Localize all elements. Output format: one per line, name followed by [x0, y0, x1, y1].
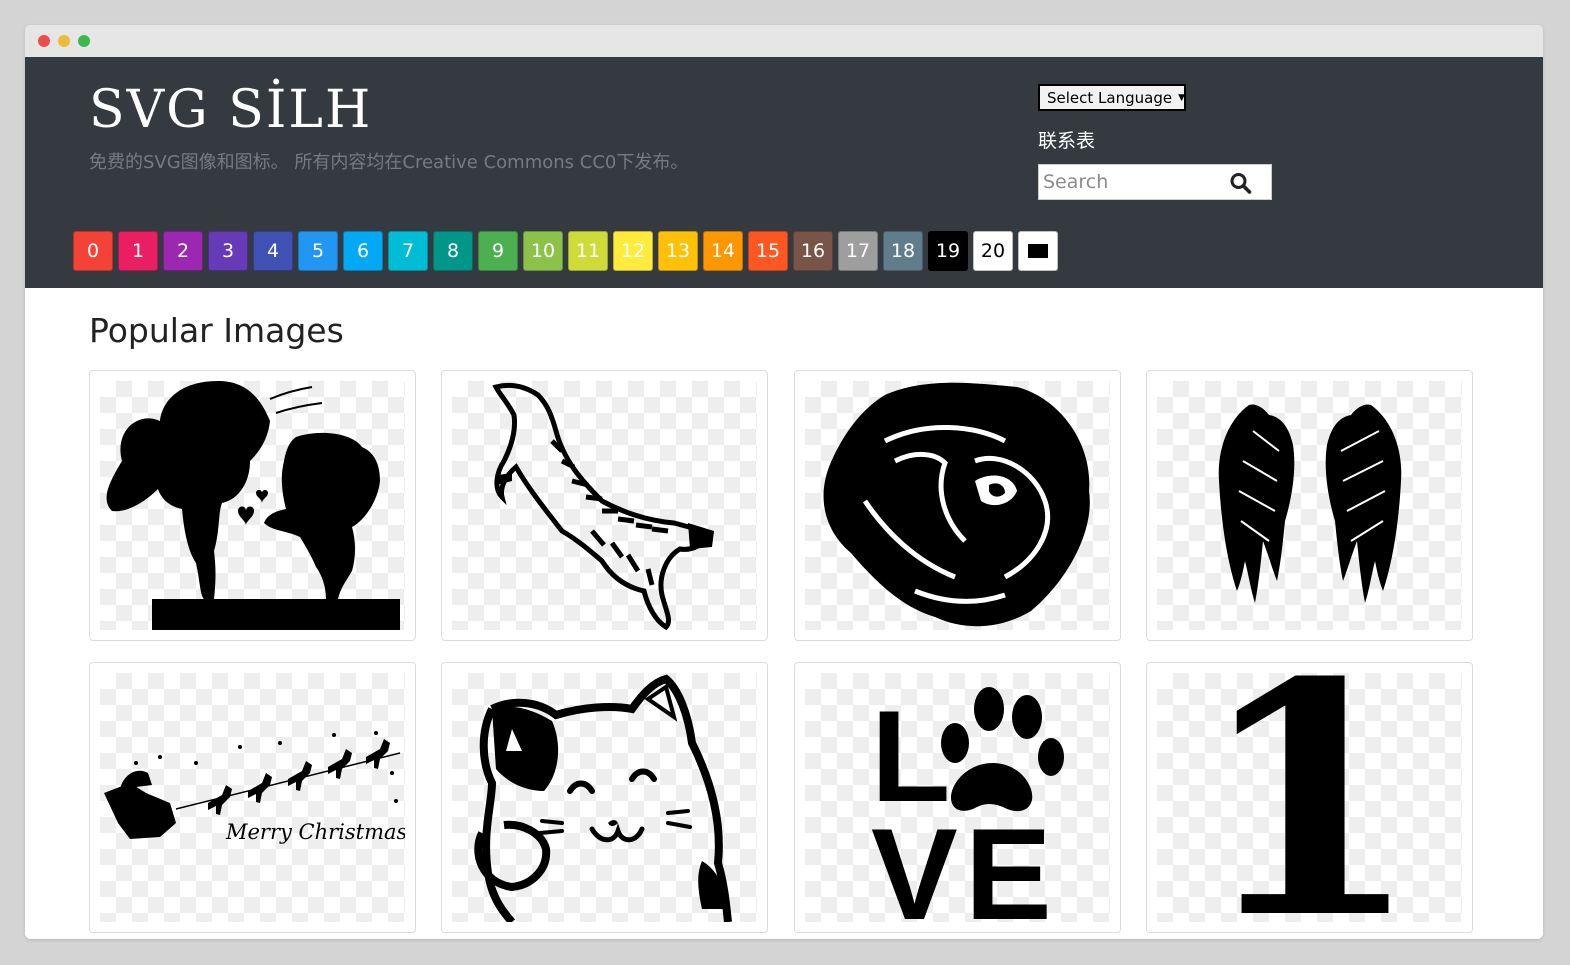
color-swatch-label: 16 [800, 240, 826, 262]
window-titlebar [25, 25, 1543, 57]
color-swatch-0[interactable]: 0 [73, 231, 113, 271]
maximize-window-dot[interactable] [78, 35, 90, 47]
color-swatch-18[interactable]: 18 [883, 231, 923, 271]
lucky-cat-image [474, 674, 732, 922]
chevron-down-icon: ▼ [1178, 92, 1185, 103]
search-input[interactable] [1039, 165, 1223, 199]
couple-silhouette-image [106, 381, 400, 630]
color-swatch-label: 9 [491, 240, 505, 262]
site-tagline: 免费的SVG图像和图标。 所有内容均在Creative Commons CC0下… [89, 152, 689, 173]
image-card[interactable] [89, 370, 416, 641]
site-header: SVG SİLH 免费的SVG图像和图标。 所有内容均在Creative Com… [25, 57, 1543, 288]
color-swatch-label: 7 [401, 240, 415, 262]
color-swatch-14[interactable]: 14 [703, 231, 743, 271]
color-swatch-3[interactable]: 3 [208, 231, 248, 271]
love-paw-image: L V E [871, 683, 1064, 922]
color-swatch-label: 15 [755, 240, 781, 262]
color-swatch-label: 8 [446, 240, 460, 262]
love-letter-e: E [965, 801, 1052, 922]
close-window-dot[interactable] [38, 35, 50, 47]
main-content: Popular Images Merry Christmas L V E 1 [25, 288, 1543, 939]
image-card[interactable] [1146, 370, 1473, 641]
search-box [1038, 164, 1272, 200]
contact-form-link[interactable]: 联系表 [1038, 126, 1095, 153]
color-swatch-7[interactable]: 7 [388, 231, 428, 271]
search-button[interactable] [1229, 172, 1253, 194]
color-swatch-label: 19 [935, 240, 961, 262]
search-icon [1230, 173, 1252, 194]
color-swatch-label: 3 [221, 240, 235, 262]
color-swatch-label: 1 [131, 240, 145, 262]
image-card[interactable] [794, 370, 1121, 641]
color-swatch-label: 5 [311, 240, 325, 262]
color-swatch-label: 2 [176, 240, 190, 262]
merry-christmas-caption: Merry Christmas [225, 820, 405, 844]
color-swatch-11[interactable]: 11 [568, 231, 608, 271]
color-swatch-17[interactable]: 17 [838, 231, 878, 271]
color-swatch-label: 18 [890, 240, 916, 262]
color-swatch-8[interactable]: 8 [433, 231, 473, 271]
color-swatch-label: 14 [710, 240, 736, 262]
color-swatch-12[interactable]: 12 [613, 231, 653, 271]
love-letter-v: V [871, 801, 958, 922]
site-logo[interactable]: SVG SİLH [89, 79, 372, 141]
color-swatch-label: 0 [86, 240, 100, 262]
color-swatch-label: 17 [845, 240, 871, 262]
color-swatch-outline[interactable] [1018, 231, 1058, 271]
color-swatch-label: 4 [266, 240, 280, 262]
color-swatch-1[interactable]: 1 [118, 231, 158, 271]
color-swatch-label: 13 [665, 240, 691, 262]
color-swatch-5[interactable]: 5 [298, 231, 338, 271]
santa-sleigh-reindeer-image: Merry Christmas [104, 731, 405, 844]
color-swatch-4[interactable]: 4 [253, 231, 293, 271]
color-swatch-20[interactable]: 20 [973, 231, 1013, 271]
color-swatch-label: 12 [620, 240, 646, 262]
color-swatch-2[interactable]: 2 [163, 231, 203, 271]
color-swatch-label: 11 [575, 240, 601, 262]
browser-window: SVG SİLH 免费的SVG图像和图标。 所有内容均在Creative Com… [25, 25, 1543, 939]
minimize-window-dot[interactable] [58, 35, 70, 47]
color-swatch-15[interactable]: 15 [748, 231, 788, 271]
number-one-text: 1 [1198, 673, 1421, 922]
language-select-label: Select Language [1047, 88, 1173, 107]
color-swatch-13[interactable]: 13 [658, 231, 698, 271]
color-swatch-16[interactable]: 16 [793, 231, 833, 271]
image-card[interactable]: L V E [794, 662, 1121, 933]
image-card[interactable]: Merry Christmas [89, 662, 416, 933]
image-card[interactable]: 1 [1146, 662, 1473, 933]
image-card[interactable] [441, 370, 768, 641]
number-one-image: 1 [1198, 673, 1421, 922]
section-title: Popular Images [89, 311, 344, 350]
angel-wings-image [1218, 404, 1402, 603]
color-swatch-19[interactable]: 19 [928, 231, 968, 271]
color-swatch-6[interactable]: 6 [343, 231, 383, 271]
color-swatch-label: 20 [980, 240, 1006, 262]
color-swatch-label: 10 [530, 240, 556, 262]
color-swatch-10[interactable]: 10 [523, 231, 563, 271]
rose-image [823, 382, 1090, 627]
black-rectangle-icon [1028, 244, 1048, 258]
leaping-tiger-image [492, 382, 714, 630]
image-card[interactable] [441, 662, 768, 933]
color-swatch-label: 6 [356, 240, 370, 262]
language-select[interactable]: Select Language ▼ [1038, 84, 1186, 111]
color-swatch-9[interactable]: 9 [478, 231, 518, 271]
